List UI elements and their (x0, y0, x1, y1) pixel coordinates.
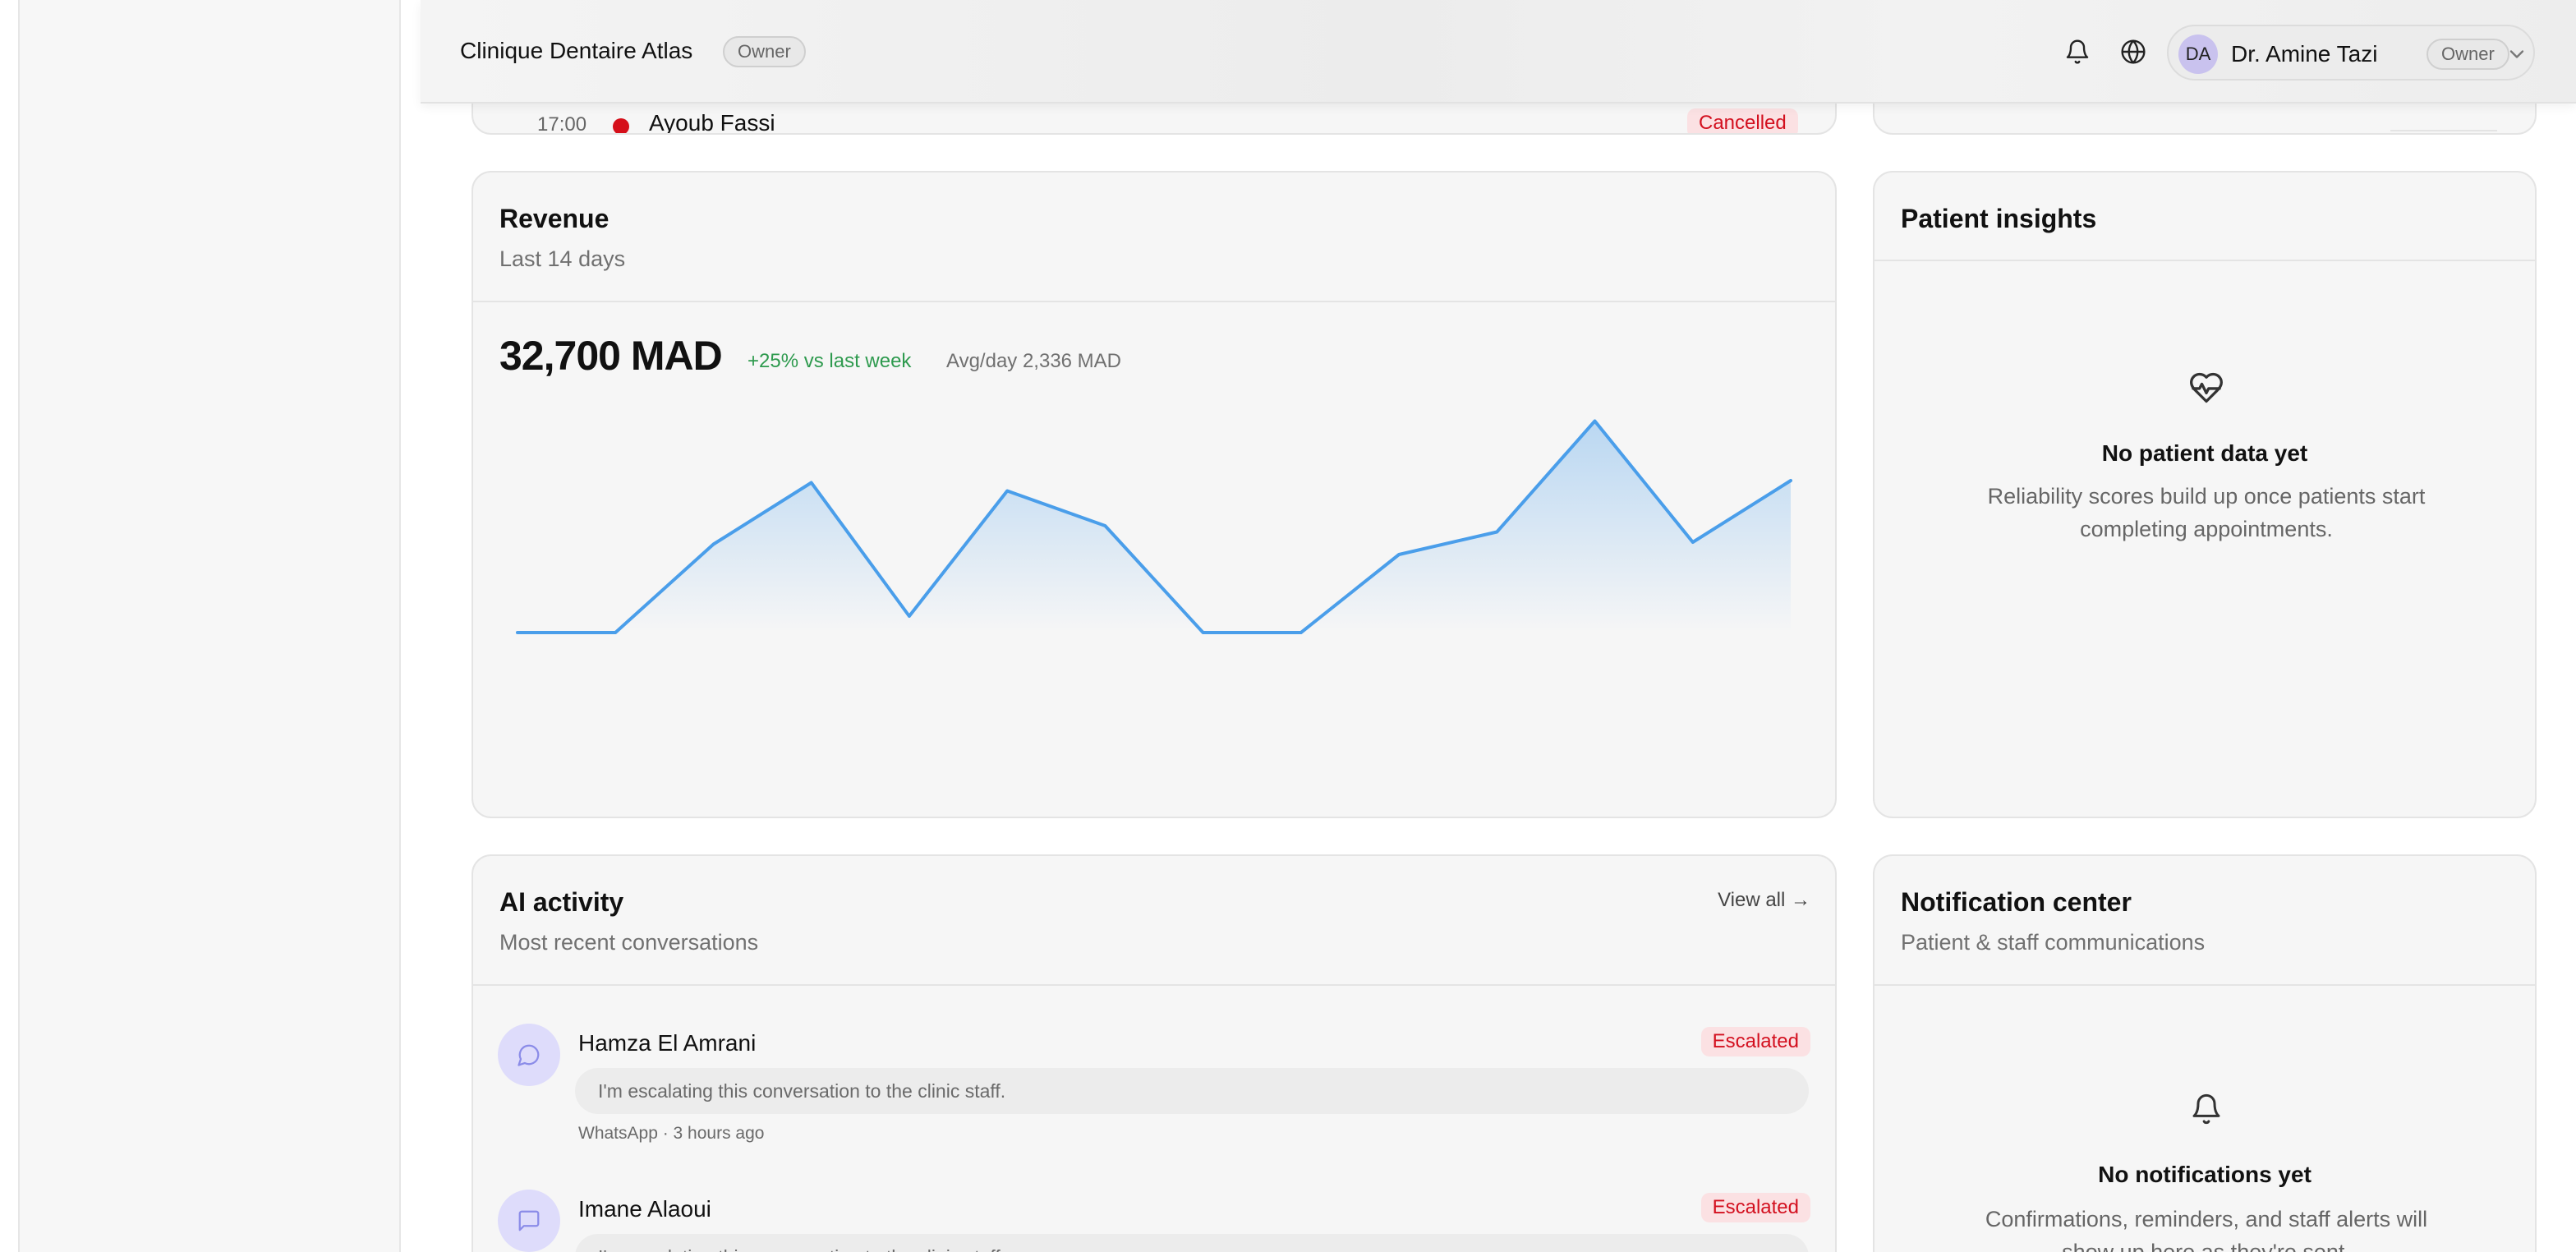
conversation-name: Hamza El Amrani (578, 1030, 757, 1056)
chat-bubble-icon (518, 1044, 540, 1066)
revenue-total: 32,700 MAD (499, 333, 723, 379)
notification-center-card: Notification center Patient & staff comm… (1873, 854, 2537, 1252)
sidebar-edge (0, 0, 20, 1252)
revenue-point-day-7[interactable] (1102, 523, 1107, 528)
revenue-chart (515, 419, 1793, 635)
appointment-patient-name: Ayoub Fassi (649, 110, 775, 135)
message-square-icon (518, 1210, 540, 1231)
divider (473, 301, 1835, 302)
card-subtitle: Most recent conversations (499, 930, 759, 955)
card-title: Notification center (1901, 887, 2132, 917)
status-badge: Cancelled (1687, 108, 1798, 133)
avatar: DA (2178, 35, 2218, 74)
revenue-area (518, 421, 1791, 633)
empty-state-text: Reliability scores build up once patient… (1987, 484, 2426, 541)
clinic-role-badge: Owner (723, 36, 806, 67)
appointment-time: 17:00 (537, 113, 587, 135)
revenue-change: +25% vs last week (748, 350, 912, 372)
revenue-point-day-13[interactable] (1690, 540, 1695, 545)
card-title: Revenue (499, 204, 610, 233)
clinic-name: Clinique Dentaire Atlas (460, 38, 693, 63)
ai-activity-card: AI activity View all → Most recent conve… (472, 854, 1837, 1252)
view-all-link[interactable]: View all → (1718, 889, 1810, 912)
divider (1874, 260, 2535, 261)
status-badge: Escalated (1700, 1193, 1810, 1222)
revenue-point-day-8[interactable] (1201, 630, 1206, 635)
empty-state-title: No notifications yet (2098, 1162, 2312, 1187)
conversation-message: I'm escalating this conversation to the … (575, 1234, 1809, 1252)
revenue-point-day-9[interactable] (1299, 630, 1304, 635)
conversation-avatar (498, 1190, 560, 1252)
revenue-point-day-10[interactable] (1396, 552, 1401, 557)
card-subtitle: Last 14 days (499, 246, 626, 271)
notifications-button[interactable] (2058, 33, 2096, 71)
status-dot (613, 118, 629, 133)
partial-element (2390, 130, 2497, 133)
dashboard-page: 17:00 Ayoub Fassi Cancelled Clinique Den… (0, 0, 2576, 1252)
sidebar (20, 0, 401, 1252)
heart-pulse-icon (2190, 372, 2223, 403)
empty-state-text: Confirmations, reminders, and staff aler… (1985, 1207, 2428, 1252)
empty-state-icon-wrap (2183, 1086, 2229, 1132)
revenue-point-day-14[interactable] (1788, 478, 1793, 483)
user-name: Dr. Amine Tazi (2231, 41, 2378, 67)
conversation-meta: WhatsApp · 3 hours ago (578, 1124, 765, 1143)
patient-insights-card: Patient insights No patient data yet Rel… (1873, 171, 2537, 818)
empty-state-title: No patient data yet (2101, 440, 2308, 466)
revenue-average: Avg/day 2,336 MAD (946, 350, 1122, 372)
revenue-point-day-11[interactable] (1494, 530, 1499, 535)
empty-state-icon-wrap (2183, 365, 2229, 411)
conversation-message: I'm escalating this conversation to the … (575, 1068, 1809, 1114)
revenue-point-day-4[interactable] (809, 481, 814, 486)
revenue-point-day-1[interactable] (515, 630, 520, 635)
card-title: AI activity (499, 887, 624, 917)
divider (1874, 984, 2535, 986)
bell-icon (2192, 1093, 2220, 1125)
top-header: Clinique Dentaire Atlas Owner DA Dr. Ami… (421, 0, 2576, 104)
bell-icon (2066, 39, 2089, 64)
card-title: Patient insights (1901, 204, 2097, 233)
user-menu[interactable]: DA Dr. Amine Tazi Owner (2167, 25, 2535, 81)
conversation-avatar (498, 1024, 560, 1086)
revenue-point-day-6[interactable] (1005, 489, 1010, 494)
divider (473, 984, 1835, 986)
revenue-point-day-2[interactable] (613, 630, 618, 635)
revenue-point-day-5[interactable] (907, 614, 912, 619)
card-subtitle: Patient & staff communications (1901, 930, 2206, 955)
revenue-point-day-3[interactable] (711, 542, 715, 547)
globe-icon (2121, 39, 2146, 64)
revenue-point-day-12[interactable] (1593, 419, 1598, 424)
language-button[interactable] (2114, 33, 2152, 71)
revenue-card: Revenue Last 14 days 32,700 MAD +25% vs … (472, 171, 1837, 818)
conversation-name: Imane Alaoui (578, 1196, 711, 1222)
status-badge: Escalated (1700, 1027, 1810, 1056)
chevron-down-icon (2509, 50, 2524, 58)
user-role-badge: Owner (2426, 39, 2509, 70)
